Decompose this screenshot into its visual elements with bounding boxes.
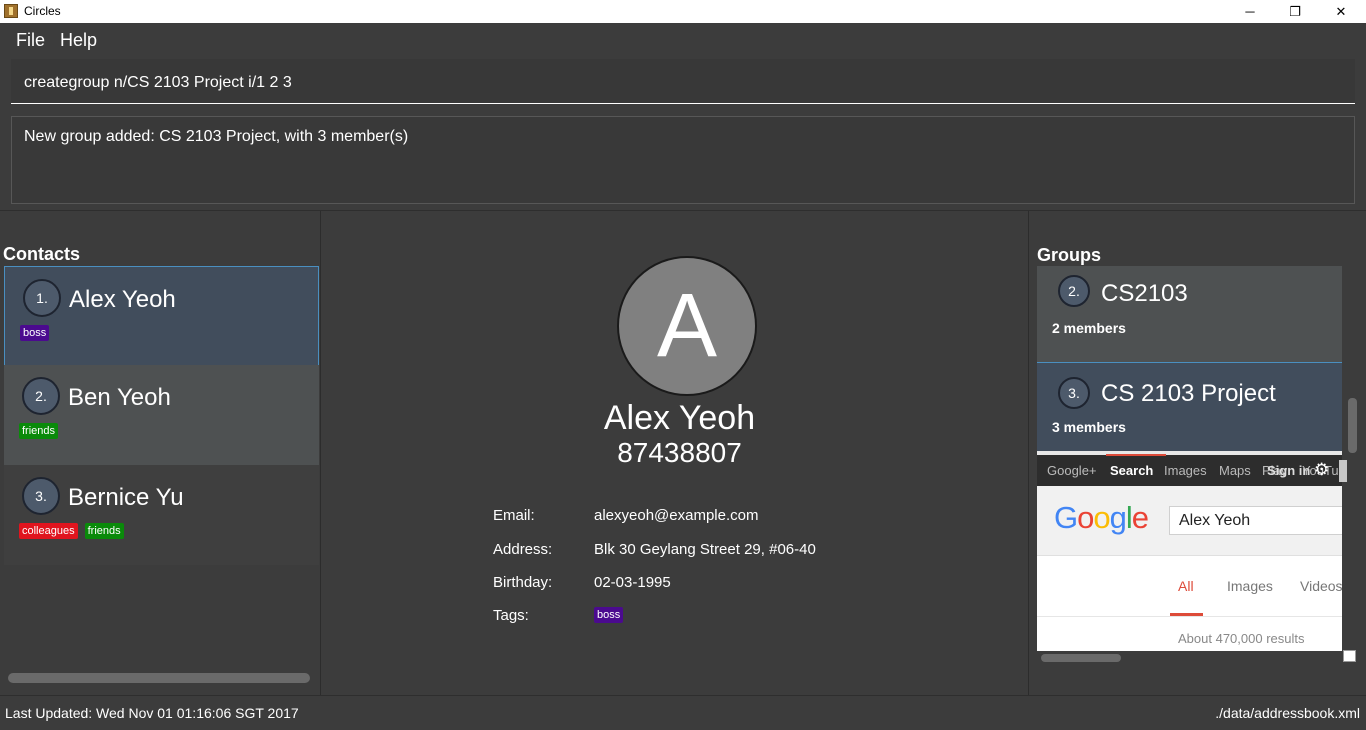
- tag-badge: friends: [19, 423, 59, 439]
- contacts-panel: Contacts 1. Alex Yeoh boss 2. Ben Yeoh f…: [0, 211, 321, 695]
- contact-tags: boss: [20, 325, 50, 341]
- contact-index: 1.: [23, 279, 61, 317]
- group-card[interactable]: 2. CS2103 2 members: [1037, 266, 1342, 362]
- contact-tags: friends: [19, 423, 59, 439]
- group-member-count: 3 members: [1052, 419, 1126, 435]
- gbar-search[interactable]: Search: [1105, 454, 1167, 478]
- google-results-count: About 470,000 results: [1178, 631, 1305, 646]
- google-logo: Google: [1054, 500, 1149, 535]
- google-header: Google: [1037, 486, 1342, 556]
- close-button[interactable]: ✕: [1318, 0, 1364, 23]
- birthday-value: 02-03-1995: [594, 574, 671, 591]
- menu-bar: File Help: [0, 23, 1366, 59]
- browser-vertical-scrollbar[interactable]: [1339, 460, 1347, 482]
- window-title: Circles: [24, 4, 61, 18]
- group-member-count: 2 members: [1052, 320, 1126, 336]
- groups-vertical-scrollbar[interactable]: [1348, 398, 1357, 453]
- contact-card[interactable]: 1. Alex Yeoh boss: [4, 266, 319, 366]
- contacts-horizontal-scrollbar[interactable]: [8, 673, 310, 683]
- contact-card[interactable]: 3. Bernice Yu colleagues friends: [4, 465, 319, 565]
- address-value: Blk 30 Geylang Street 29, #06-40: [594, 541, 816, 558]
- browser-horizontal-scrollbar[interactable]: [1041, 654, 1121, 662]
- tags-label: Tags:: [493, 607, 529, 624]
- result-display: New group added: CS 2103 Project, with 3…: [11, 116, 1355, 204]
- last-updated-status: Last Updated: Wed Nov 01 01:16:06 SGT 20…: [5, 705, 299, 721]
- tag-badge: boss: [20, 325, 50, 341]
- profile-tag-badge: boss: [594, 607, 624, 623]
- contact-name: Bernice Yu: [68, 484, 184, 511]
- google-tab-images[interactable]: Images: [1227, 578, 1273, 594]
- contact-name: Ben Yeoh: [68, 384, 171, 411]
- command-box: [11, 59, 1355, 104]
- group-name: CS2103: [1101, 280, 1188, 307]
- address-label: Address:: [493, 541, 553, 558]
- browser-panel: Google+ Search Images Maps Play Sign in …: [1037, 451, 1342, 651]
- group-index: 3.: [1058, 377, 1090, 409]
- email-value: alexyeoh@example.com: [594, 507, 759, 524]
- contact-tags: colleagues friends: [19, 523, 124, 539]
- scroll-corner: [1343, 650, 1356, 662]
- maximize-button[interactable]: ❐: [1272, 0, 1318, 23]
- profile-phone: 87438807: [617, 437, 742, 468]
- profile-name: Alex Yeoh: [603, 399, 756, 437]
- google-search-input[interactable]: [1169, 506, 1342, 535]
- command-input[interactable]: [24, 74, 1324, 92]
- birthday-label: Birthday:: [493, 574, 553, 591]
- gear-icon[interactable]: ⚙: [1314, 460, 1329, 480]
- email-label: Email:: [493, 507, 535, 524]
- group-card[interactable]: 3. CS 2103 Project 3 members: [1037, 362, 1342, 458]
- profile-panel: A Alex Yeoh 87438807 Email: alexyeoh@exa…: [322, 211, 1029, 695]
- status-bar: Last Updated: Wed Nov 01 01:16:06 SGT 20…: [0, 695, 1366, 730]
- groups-panel: Groups 2. CS2103 2 members 3. CS 2103 Pr…: [1030, 211, 1366, 695]
- avatar: A: [617, 256, 757, 396]
- group-index: 2.: [1058, 275, 1090, 307]
- result-message: New group added: CS 2103 Project, with 3…: [24, 128, 409, 145]
- google-bar: Google+ Search Images Maps Play Sign in …: [1037, 451, 1342, 486]
- gbar-images[interactable]: Images: [1164, 463, 1207, 478]
- data-file-path: ./data/addressbook.xml: [1215, 705, 1360, 721]
- gbar-maps[interactable]: Maps: [1219, 463, 1251, 478]
- contact-card[interactable]: 2. Ben Yeoh friends: [4, 365, 319, 465]
- minimize-button[interactable]: ─: [1227, 0, 1273, 23]
- contacts-title: Contacts: [3, 244, 81, 264]
- groups-title: Groups: [1037, 245, 1102, 265]
- google-tab-videos[interactable]: Videos: [1300, 578, 1342, 594]
- menu-help[interactable]: Help: [60, 30, 97, 51]
- app-icon: [4, 4, 18, 18]
- title-bar: Circles ─ ❐ ✕: [0, 0, 1366, 23]
- group-name: CS 2103 Project: [1101, 380, 1276, 407]
- contact-name: Alex Yeoh: [69, 286, 176, 313]
- gbar-google-plus[interactable]: Google+: [1047, 463, 1097, 478]
- tag-badge: friends: [84, 523, 124, 539]
- google-tab-all[interactable]: All: [1178, 578, 1194, 594]
- menu-file[interactable]: File: [16, 30, 45, 51]
- divider: [1037, 616, 1342, 617]
- tag-badge: colleagues: [19, 523, 78, 539]
- contact-index: 3.: [22, 477, 60, 515]
- contact-index: 2.: [22, 377, 60, 415]
